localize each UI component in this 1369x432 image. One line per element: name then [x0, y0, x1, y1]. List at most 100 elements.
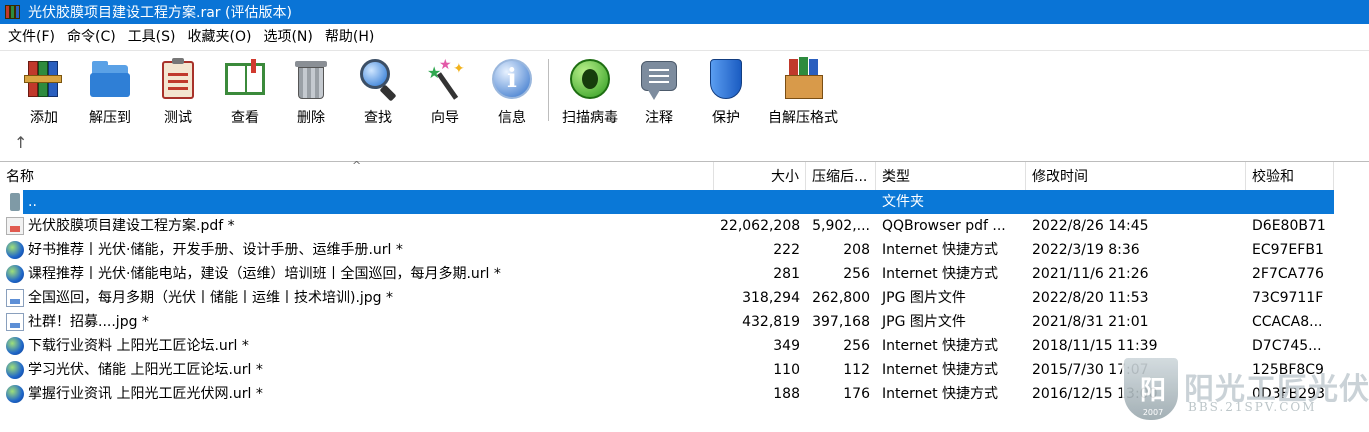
- menu-bar: 文件(F) 命令(C) 工具(S) 收藏夹(O) 选项(N) 帮助(H): [0, 24, 1369, 50]
- cell-modified: 2022/8/26 14:45: [1032, 218, 1149, 234]
- forum-watermark: 阳 2007 阳光工匠光伏论坛 BBS.21SPV.COM: [1118, 352, 1369, 430]
- cell-name: 下载行业资料 上阳光工匠论坛.url *: [28, 338, 249, 354]
- cell-size: 22,062,208: [720, 218, 801, 234]
- test-button[interactable]: 测试: [156, 55, 200, 127]
- cell-name: 光伏胶膜项目建设工程方案.pdf *: [28, 218, 235, 234]
- table-row[interactable]: 全国巡回，每月多期（光伏丨储能丨运维丨技术培训).jpg * 318,294 2…: [0, 286, 1369, 310]
- cell-name: 好书推荐丨光伏·储能，开发手册、设计手册、运维手册.url *: [28, 242, 403, 258]
- forum-logo-badge: 阳 2007: [1122, 356, 1180, 422]
- cell-type: Internet 快捷方式: [882, 386, 999, 402]
- info-button[interactable]: i 信息: [490, 55, 534, 127]
- column-type[interactable]: 类型: [876, 162, 1026, 190]
- magic-wand-icon: ★ ★ ✦: [423, 57, 467, 100]
- cell-type: Internet 快捷方式: [882, 242, 999, 258]
- title-bar: 光伏胶膜项目建设工程方案.rar (评估版本): [0, 0, 1369, 24]
- cell-checksum: 2F7CA776: [1252, 266, 1324, 282]
- cell-checksum: EC97EFB1: [1252, 242, 1324, 258]
- view-label: 查看: [231, 110, 259, 126]
- sfx-button[interactable]: 自解压格式: [764, 55, 842, 127]
- column-modified[interactable]: 修改时间: [1026, 162, 1246, 190]
- sfx-box-icon: [781, 57, 825, 100]
- table-row[interactable]: 社群！招募....jpg * 432,819 397,168 JPG 图片文件 …: [0, 310, 1369, 334]
- table-row[interactable]: 好书推荐丨光伏·储能，开发手册、设计手册、运维手册.url * 222 208 …: [0, 238, 1369, 262]
- bug-icon: [568, 57, 612, 100]
- column-name[interactable]: 名称: [0, 162, 714, 190]
- table-row[interactable]: 光伏胶膜项目建设工程方案.pdf * 22,062,208 5,902,... …: [0, 214, 1369, 238]
- cell-type: Internet 快捷方式: [882, 338, 999, 354]
- winrar-app-icon[interactable]: [4, 3, 22, 21]
- cell-type: 文件夹: [882, 194, 924, 210]
- cell-name: 社群！招募....jpg *: [28, 314, 149, 330]
- cell-packed: 256: [843, 338, 870, 354]
- cell-type: QQBrowser pdf ...: [882, 218, 1006, 234]
- cell-checksum: 73C9711F: [1252, 290, 1324, 306]
- find-label: 查找: [364, 110, 392, 126]
- scan-virus-label: 扫描病毒: [562, 110, 618, 126]
- list-header: ^ 名称 大小 压缩后... 类型 修改时间 校验和: [0, 159, 1369, 190]
- sfx-label: 自解压格式: [768, 110, 838, 126]
- cell-name: 课程推荐丨光伏·储能电站，建设（运维）培训班丨全国巡回，每月多期.url *: [28, 266, 501, 282]
- cell-modified: 2022/8/20 11:53: [1032, 290, 1149, 306]
- delete-label: 删除: [297, 110, 325, 126]
- cell-packed: 5,902,...: [812, 218, 870, 234]
- menu-file[interactable]: 文件(F): [2, 24, 61, 50]
- folder-icon: [88, 57, 132, 100]
- wizard-label: 向导: [431, 110, 459, 126]
- cell-size: 432,819: [742, 314, 800, 330]
- delete-button[interactable]: 删除: [289, 55, 333, 127]
- up-folder-icon: [10, 193, 20, 211]
- column-size[interactable]: 大小: [714, 162, 806, 190]
- open-book-icon: [223, 57, 267, 100]
- cell-modified: 2022/3/19 8:36: [1032, 242, 1140, 258]
- cell-type: JPG 图片文件: [882, 290, 966, 306]
- column-checksum[interactable]: 校验和: [1246, 162, 1334, 190]
- cell-checksum: D6E80B71: [1252, 218, 1326, 234]
- menu-favorites[interactable]: 收藏夹(O): [182, 24, 258, 50]
- badge-year: 2007: [1142, 408, 1164, 417]
- view-button[interactable]: 查看: [222, 55, 268, 127]
- cell-checksum: CCACA8...: [1252, 314, 1323, 330]
- info-label: 信息: [498, 110, 526, 126]
- cell-packed: 176: [843, 386, 870, 402]
- table-row[interactable]: 课程推荐丨光伏·储能电站，建设（运维）培训班丨全国巡回，每月多期.url * 2…: [0, 262, 1369, 286]
- extract-to-label: 解压到: [89, 110, 131, 126]
- shield-icon: [704, 57, 748, 100]
- comment-button[interactable]: 注释: [637, 55, 681, 127]
- menu-help[interactable]: 帮助(H): [319, 24, 380, 50]
- cell-name: 全国巡回，每月多期（光伏丨储能丨运维丨技术培训).jpg *: [28, 290, 394, 306]
- menu-commands[interactable]: 命令(C): [61, 24, 122, 50]
- clipboard-check-icon: [156, 57, 200, 100]
- test-label: 测试: [164, 110, 192, 126]
- cell-name: 掌握行业资讯 上阳光工匠光伏网.url *: [28, 386, 263, 402]
- cell-size: 349: [773, 338, 800, 354]
- protect-label: 保护: [712, 110, 740, 126]
- cell-type: JPG 图片文件: [882, 314, 966, 330]
- watermark-url: BBS.21SPV.COM: [1188, 400, 1317, 414]
- scan-virus-button[interactable]: 扫描病毒: [558, 55, 622, 127]
- column-packed[interactable]: 压缩后...: [806, 162, 876, 190]
- comment-label: 注释: [645, 110, 673, 126]
- add-button[interactable]: 添加: [22, 55, 66, 127]
- cell-packed: 256: [843, 266, 870, 282]
- window-title: 光伏胶膜项目建设工程方案.rar (评估版本): [28, 5, 292, 21]
- info-icon: i: [490, 57, 534, 100]
- cell-name: ..: [28, 194, 37, 210]
- cell-packed: 208: [843, 242, 870, 258]
- table-row-parent[interactable]: .. 文件夹: [0, 190, 1369, 214]
- up-arrow-icon[interactable]: ↑: [14, 133, 27, 152]
- badge-character: 阳: [1139, 376, 1166, 406]
- cell-type: Internet 快捷方式: [882, 362, 999, 378]
- speech-bubble-icon: [637, 57, 681, 100]
- extract-to-button[interactable]: 解压到: [84, 55, 136, 127]
- cell-modified: 2021/11/6 21:26: [1032, 266, 1149, 282]
- cell-size: 281: [773, 266, 800, 282]
- find-button[interactable]: 查找: [356, 55, 400, 127]
- cell-packed: 112: [843, 362, 870, 378]
- cell-size: 188: [773, 386, 800, 402]
- menu-options[interactable]: 选项(N): [257, 24, 318, 50]
- menu-tools[interactable]: 工具(S): [122, 24, 182, 50]
- protect-button[interactable]: 保护: [704, 55, 748, 127]
- magnifier-icon: [356, 57, 400, 102]
- trash-can-icon: [289, 57, 333, 100]
- wizard-button[interactable]: ★ ★ ✦ 向导: [423, 55, 467, 127]
